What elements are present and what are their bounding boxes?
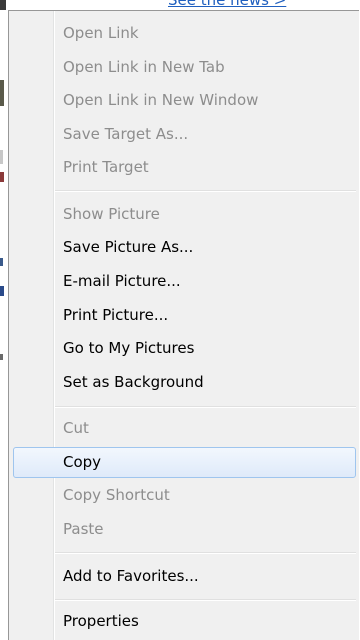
- menu-item-cut[interactable]: Cut: [13, 413, 356, 444]
- background-fragment: [0, 172, 4, 182]
- menu-item-paste[interactable]: Paste: [13, 514, 356, 545]
- background-fragment: [0, 354, 3, 360]
- background-fragment: [0, 258, 3, 266]
- menu-separator: [55, 552, 356, 554]
- menu-item-show-picture[interactable]: Show Picture: [13, 199, 356, 230]
- menu-item-save-target-as[interactable]: Save Target As...: [13, 119, 356, 150]
- menu-item-email-picture[interactable]: E-mail Picture...: [13, 266, 356, 297]
- background-image-fragment: [0, 80, 4, 106]
- background-fragment: [0, 286, 4, 296]
- menu-item-add-to-favorites[interactable]: Add to Favorites...: [13, 561, 356, 592]
- screen: See the news > Open Link Open Link in Ne…: [0, 0, 360, 640]
- menu-item-set-as-background[interactable]: Set as Background: [13, 367, 356, 398]
- menu-item-go-to-my-pictures[interactable]: Go to My Pictures: [13, 333, 356, 364]
- menu-item-open-link-new-tab[interactable]: Open Link in New Tab: [13, 52, 356, 83]
- background-fragment: [0, 150, 3, 164]
- menu-item-open-link[interactable]: Open Link: [13, 18, 356, 49]
- menu-item-print-target[interactable]: Print Target: [13, 152, 356, 183]
- menu-item-open-link-new-window[interactable]: Open Link in New Window: [13, 85, 356, 116]
- menu-separator: [55, 599, 356, 601]
- menu-item-properties[interactable]: Properties: [13, 606, 356, 637]
- menu-separator: [55, 190, 356, 192]
- context-menu: Open Link Open Link in New Tab Open Link…: [8, 10, 359, 640]
- menu-item-print-picture[interactable]: Print Picture...: [13, 300, 356, 331]
- background-image-fragment: [0, 0, 6, 10]
- menu-item-copy-shortcut[interactable]: Copy Shortcut: [13, 480, 356, 511]
- menu-separator: [55, 406, 356, 408]
- see-the-news-link[interactable]: See the news >: [168, 0, 286, 9]
- menu-item-copy[interactable]: Copy: [13, 447, 356, 478]
- menu-item-save-picture-as[interactable]: Save Picture As...: [13, 232, 356, 263]
